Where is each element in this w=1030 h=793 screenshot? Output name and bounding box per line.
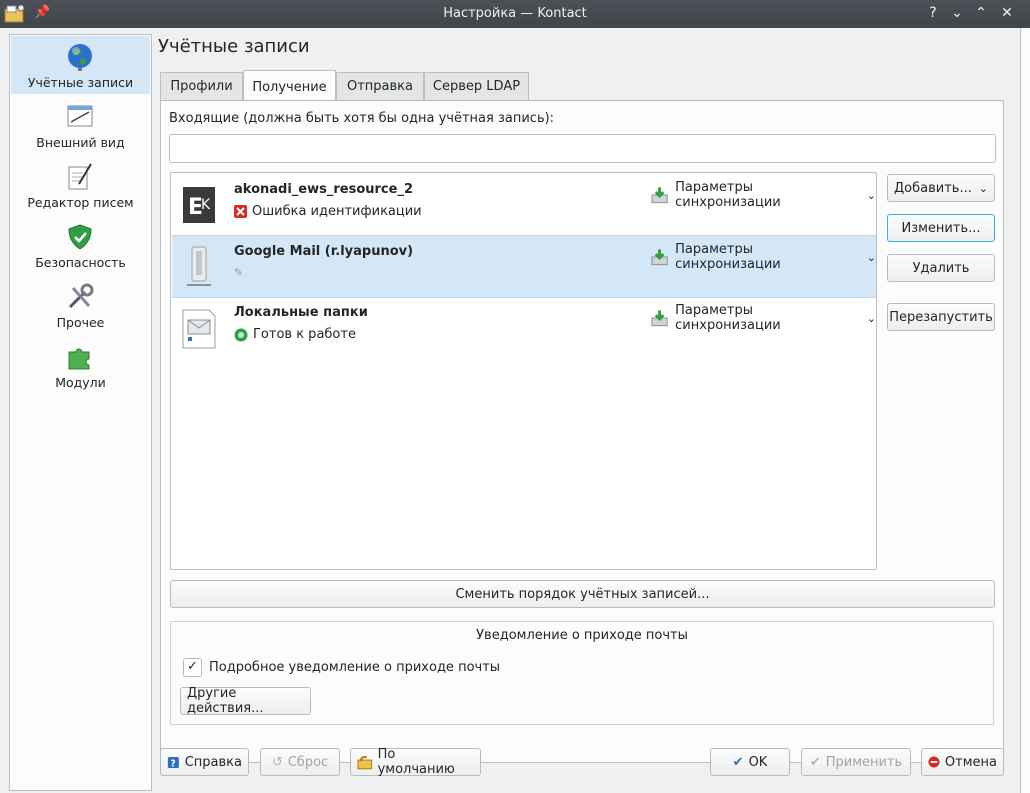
remove-account-button[interactable]: Удалить bbox=[887, 254, 995, 282]
account-list[interactable]: E K akonadi_ews_resource_2 Ошибка иденти… bbox=[170, 172, 877, 570]
appearance-icon bbox=[67, 105, 93, 127]
add-account-label: Добавить... bbox=[894, 180, 972, 196]
cancel-button[interactable]: Отмена bbox=[921, 748, 1004, 776]
sync-options-button[interactable]: Параметры синхронизации ⌄ bbox=[650, 303, 876, 333]
maximize-icon[interactable]: ⌃ bbox=[972, 4, 990, 22]
error-icon bbox=[234, 205, 247, 218]
help-button[interactable]: ? Справка bbox=[160, 748, 249, 776]
tab-profiles[interactable]: Профили bbox=[160, 72, 243, 100]
account-status-text: Готов к работе bbox=[253, 327, 356, 342]
puzzle-icon bbox=[68, 348, 90, 370]
close-icon[interactable]: ✕ bbox=[998, 4, 1016, 22]
add-account-button[interactable]: Добавить... ⌄ bbox=[887, 174, 995, 202]
tools-icon bbox=[68, 283, 94, 309]
ready-icon bbox=[234, 328, 248, 341]
ok-label: OK bbox=[748, 754, 768, 770]
sync-options-label: Параметры синхронизации bbox=[675, 180, 781, 210]
account-status: Ошибка идентификации bbox=[234, 204, 422, 219]
chevron-down-icon: ⌄ bbox=[866, 250, 876, 264]
account-name: Google Mail (r.lyapunov) bbox=[234, 244, 414, 259]
sidebar-item-label: Внешний вид bbox=[36, 135, 125, 150]
account-row[interactable]: E K akonadi_ews_resource_2 Ошибка иденти… bbox=[172, 174, 876, 235]
sync-options-button[interactable]: Параметры синхронизации ⌄ bbox=[650, 180, 876, 210]
sidebar-item-label: Редактор писем bbox=[27, 195, 134, 210]
sidebar-item-misc[interactable]: Прочее bbox=[11, 276, 150, 334]
help-label: Справка bbox=[184, 754, 242, 770]
account-name: Локальные папки bbox=[234, 305, 368, 320]
incoming-label: Входящие (должна быть хотя бы одна учётн… bbox=[169, 111, 555, 126]
download-icon bbox=[651, 249, 668, 266]
ok-check-icon: ✔ bbox=[732, 754, 744, 770]
sidebar-item-label: Прочее bbox=[56, 315, 105, 330]
help-icon[interactable]: ? bbox=[924, 4, 942, 22]
defaults-button[interactable]: По умолчанию bbox=[350, 747, 481, 777]
background-window bbox=[1020, 28, 1030, 793]
sync-options-label: Параметры синхронизации bbox=[675, 242, 781, 272]
sidebar-item-composer[interactable]: Редактор писем bbox=[11, 156, 150, 214]
sidebar-item-security[interactable]: Безопасность bbox=[11, 216, 150, 274]
tab-receiving[interactable]: Получение bbox=[243, 70, 336, 100]
download-icon bbox=[651, 187, 668, 204]
ok-button[interactable]: ✔ OK bbox=[710, 748, 790, 776]
shield-icon bbox=[68, 224, 92, 250]
account-filter-input[interactable] bbox=[169, 134, 996, 163]
reorder-accounts-button[interactable]: Сменить порядок учётных записей... bbox=[170, 580, 995, 608]
sidebar-item-accounts[interactable]: Учётные записи bbox=[11, 36, 150, 94]
apply-label: Применить bbox=[825, 754, 903, 770]
sidebar-item-appearance[interactable]: Внешний вид bbox=[11, 96, 150, 154]
local-folders-icon bbox=[182, 309, 216, 349]
sync-options-label: Параметры синхронизации bbox=[675, 303, 781, 333]
defaults-icon bbox=[357, 755, 373, 769]
other-actions-button[interactable]: Другие действия... bbox=[180, 686, 311, 716]
detailed-notification-checkbox[interactable]: ✓ bbox=[183, 658, 202, 677]
account-status-text: Ошибка идентификации bbox=[252, 204, 422, 219]
download-icon bbox=[651, 310, 668, 327]
composer-icon bbox=[68, 163, 92, 190]
account-name: akonadi_ews_resource_2 bbox=[234, 182, 413, 197]
chevron-down-icon: ⌄ bbox=[866, 188, 876, 202]
reset-button[interactable]: ↺ Сброс bbox=[260, 748, 340, 776]
sidebar-item-plugins[interactable]: Модули bbox=[11, 336, 150, 394]
defaults-label: По умолчанию bbox=[377, 747, 455, 777]
tab-sending[interactable]: Отправка bbox=[336, 72, 424, 100]
account-row[interactable]: Локальные папки Готов к работе Параметры… bbox=[172, 297, 876, 358]
exchange-icon: E K bbox=[183, 187, 215, 223]
server-icon bbox=[187, 246, 211, 286]
chevron-down-icon: ⌄ bbox=[978, 181, 988, 195]
account-row[interactable]: Google Mail (r.lyapunov) ✎ Параметры син… bbox=[172, 235, 876, 298]
modify-account-button[interactable]: Изменить... bbox=[887, 214, 995, 242]
restart-account-button[interactable]: Перезапустить bbox=[887, 303, 995, 331]
reset-label: Сброс bbox=[287, 754, 329, 770]
cancel-label: Отмена bbox=[944, 754, 997, 770]
sidebar-item-label: Модули bbox=[55, 375, 106, 390]
svg-text:K: K bbox=[201, 197, 211, 213]
busy-icon: ✎ bbox=[234, 266, 244, 279]
apply-check-icon: ✔ bbox=[809, 754, 821, 770]
account-status: Готов к работе bbox=[234, 327, 356, 342]
account-status: ✎ bbox=[234, 266, 248, 279]
apply-button[interactable]: ✔ Применить bbox=[801, 748, 911, 776]
globe-icon bbox=[68, 44, 92, 71]
tab-ldap[interactable]: Сервер LDAP bbox=[424, 72, 529, 100]
sync-options-button[interactable]: Параметры синхронизации ⌄ bbox=[650, 242, 876, 272]
settings-sidebar: Учётные записи Внешний вид Редактор писе… bbox=[9, 34, 152, 791]
help-book-icon: ? bbox=[167, 756, 179, 769]
title-bar: 📌 Настройка — Kontact ? ⌄ ⌃ ✕ bbox=[0, 0, 1030, 28]
reset-icon: ↺ bbox=[271, 754, 283, 770]
window-title: Настройка — Kontact bbox=[443, 6, 587, 21]
page-title: Учётные записи bbox=[158, 36, 310, 57]
sidebar-item-label: Учётные записи bbox=[27, 75, 134, 90]
minimize-icon[interactable]: ⌄ bbox=[948, 4, 966, 22]
sidebar-item-label: Безопасность bbox=[35, 255, 126, 270]
notification-title: Уведомление о приходе почты bbox=[476, 628, 688, 643]
chevron-down-icon: ⌄ bbox=[866, 311, 876, 325]
detailed-notification-label: Подробное уведомление о приходе почты bbox=[209, 660, 501, 675]
svg-text:?: ? bbox=[170, 758, 175, 769]
cancel-icon bbox=[928, 756, 940, 768]
